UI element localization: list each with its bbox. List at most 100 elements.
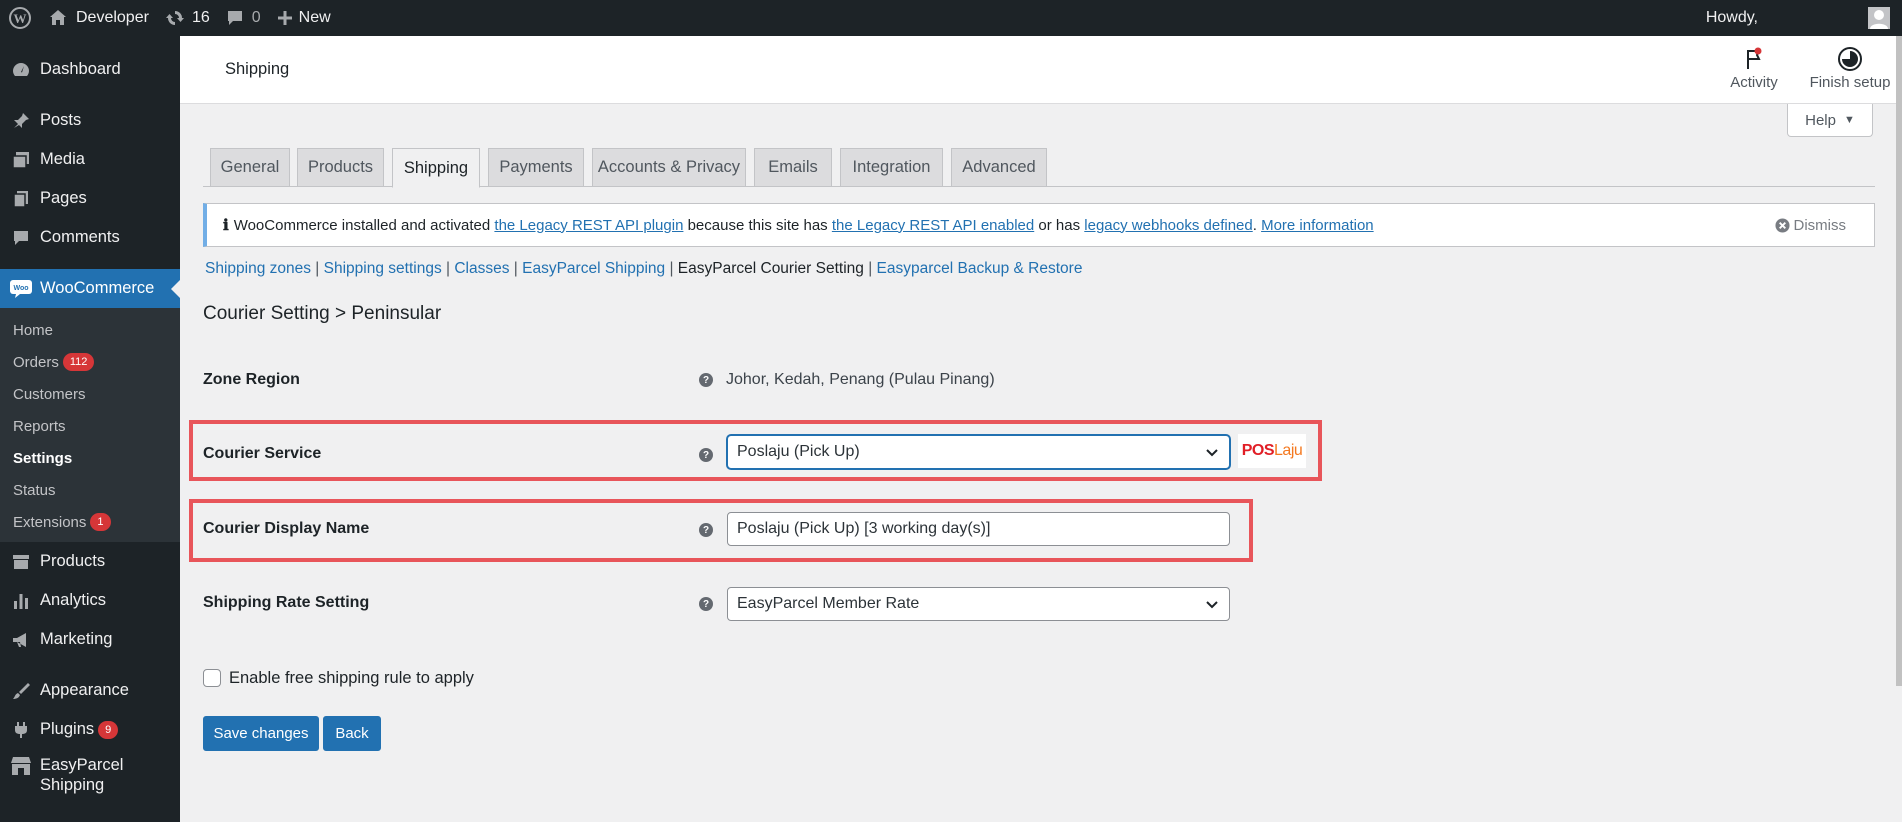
shipping-rate-select[interactable]: EasyParcel Member Rate bbox=[727, 587, 1230, 621]
new-content-link[interactable]: New bbox=[269, 0, 339, 36]
dashboard-icon bbox=[10, 59, 32, 81]
legacy-api-plugin-link[interactable]: the Legacy REST API plugin bbox=[494, 217, 683, 234]
help-tab[interactable]: Help ▼ bbox=[1787, 104, 1873, 137]
sidebar-item-appearance[interactable]: Appearance bbox=[0, 671, 180, 710]
submenu-item-extensions[interactable]: Extensions 1 bbox=[0, 506, 180, 538]
legacy-api-enabled-link[interactable]: the Legacy REST API enabled bbox=[832, 217, 1034, 234]
subnav-easyparcel-courier-setting: EasyParcel Courier Setting bbox=[677, 260, 864, 277]
back-label: Back bbox=[335, 725, 369, 742]
tab-label: General bbox=[220, 158, 280, 176]
courier-display-name-input[interactable]: Poslaju (Pick Up) [3 working day(s)] bbox=[727, 512, 1230, 546]
help-tip-icon[interactable]: ? bbox=[699, 523, 713, 537]
plugins-count-badge: 9 bbox=[98, 720, 119, 739]
tab-shipping[interactable]: Shipping bbox=[392, 148, 480, 188]
courier-service-select[interactable]: Poslaju (Pick Up) bbox=[727, 435, 1230, 469]
sidebar-item-analytics[interactable]: Analytics bbox=[0, 581, 180, 620]
free-shipping-checkbox[interactable] bbox=[203, 669, 221, 687]
sidebar-item-label: Posts bbox=[40, 111, 82, 129]
sidebar-item-label: Media bbox=[40, 150, 85, 168]
shipping-subnav: Shipping zones | Shipping settings | Cla… bbox=[205, 260, 1083, 277]
svg-text:Woo: Woo bbox=[13, 285, 28, 292]
notice-text: because this site has bbox=[687, 216, 828, 234]
updates-link[interactable]: 16 bbox=[157, 0, 218, 36]
submenu-item-status[interactable]: Status bbox=[0, 474, 180, 506]
help-tip-icon[interactable]: ? bbox=[699, 597, 713, 611]
archive-icon bbox=[10, 551, 32, 573]
submenu-item-settings[interactable]: Settings bbox=[0, 442, 180, 474]
sidebar-item-easyparcel[interactable]: EasyParcel Shipping bbox=[0, 749, 180, 795]
help-tip-icon[interactable]: ? bbox=[699, 448, 713, 462]
free-shipping-label[interactable]: Enable free shipping rule to apply bbox=[229, 669, 474, 688]
sidebar-item-dashboard[interactable]: Dashboard bbox=[0, 50, 180, 89]
tab-emails[interactable]: Emails bbox=[754, 148, 832, 187]
megaphone-icon bbox=[10, 629, 32, 651]
page-breadcrumb: Courier Setting > Peninsular bbox=[203, 303, 442, 324]
tab-advanced[interactable]: Advanced bbox=[951, 148, 1047, 187]
save-changes-button[interactable]: Save changes bbox=[203, 716, 319, 751]
caret-down-icon: ▼ bbox=[1843, 114, 1855, 126]
sidebar-item-pages[interactable]: Pages bbox=[0, 179, 180, 218]
activity-button[interactable]: Activity bbox=[1710, 44, 1798, 91]
updates-icon bbox=[165, 11, 184, 25]
legacy-api-notice: ℹ WooCommerce installed and activated th… bbox=[203, 203, 1875, 247]
avatar[interactable] bbox=[1868, 7, 1890, 29]
sidebar-item-posts[interactable]: Posts bbox=[0, 101, 180, 140]
new-label: New bbox=[298, 9, 331, 26]
tab-products[interactable]: Products bbox=[297, 148, 384, 187]
legacy-webhooks-link[interactable]: legacy webhooks defined bbox=[1084, 217, 1252, 234]
submenu-label: Orders bbox=[13, 353, 59, 371]
sidebar-item-marketing[interactable]: Marketing bbox=[0, 620, 180, 659]
tab-label: Products bbox=[307, 158, 374, 176]
tab-accounts-privacy[interactable]: Accounts & Privacy bbox=[592, 148, 746, 187]
subnav-easyparcel-backup-restore[interactable]: Easyparcel Backup & Restore bbox=[877, 260, 1083, 277]
submenu-item-customers[interactable]: Customers bbox=[0, 378, 180, 410]
tab-payments[interactable]: Payments bbox=[488, 148, 584, 187]
help-tip-icon[interactable]: ? bbox=[699, 373, 713, 387]
sidebar-item-label: Analytics bbox=[40, 591, 107, 609]
wordpress-logo-icon[interactable]: W bbox=[0, 0, 40, 36]
tab-label: Shipping bbox=[403, 158, 469, 177]
activity-label: Activity bbox=[1730, 74, 1778, 91]
poslaju-logo: POS Laju bbox=[1238, 434, 1306, 468]
sidebar-item-woocommerce[interactable]: Woo WooCommerce bbox=[0, 269, 180, 308]
courier-display-name-value: Poslaju (Pick Up) [3 working day(s)] bbox=[737, 520, 991, 537]
sidebar-item-comments[interactable]: Comments bbox=[0, 218, 180, 257]
subnav-classes[interactable]: Classes bbox=[454, 260, 509, 277]
submenu-label: Status bbox=[13, 481, 56, 499]
tab-label: Accounts & Privacy bbox=[597, 158, 741, 176]
tab-integration[interactable]: Integration bbox=[840, 148, 943, 187]
back-button[interactable]: Back bbox=[323, 716, 381, 751]
sidebar-item-products[interactable]: Products bbox=[0, 542, 180, 581]
more-information-link[interactable]: More information bbox=[1261, 217, 1374, 234]
courier-display-name-label: Courier Display Name bbox=[203, 520, 370, 537]
subnav-easyparcel-shipping[interactable]: EasyParcel Shipping bbox=[522, 260, 665, 277]
site-name-link[interactable]: Developer bbox=[40, 0, 157, 36]
sidebar-item-plugins[interactable]: Plugins 9 bbox=[0, 710, 180, 749]
subnav-shipping-zones[interactable]: Shipping zones bbox=[205, 260, 311, 277]
submenu-item-home[interactable]: Home bbox=[0, 314, 180, 346]
notice-text: or has bbox=[1038, 216, 1081, 234]
page-scrollbar[interactable] bbox=[1896, 36, 1902, 686]
subnav-shipping-settings[interactable]: Shipping settings bbox=[324, 260, 442, 277]
tab-label: Integration bbox=[852, 158, 931, 176]
zone-region-label: Zone Region bbox=[203, 371, 300, 388]
finish-setup-button[interactable]: Finish setup bbox=[1800, 44, 1900, 91]
submenu-label: Settings bbox=[13, 449, 73, 467]
dismiss-button[interactable]: Dismiss bbox=[1774, 217, 1846, 234]
orders-count-badge: 112 bbox=[62, 353, 95, 371]
progress-circle-icon bbox=[1800, 44, 1900, 74]
tab-label: Emails bbox=[768, 158, 818, 176]
submenu-label: Extensions bbox=[13, 513, 87, 531]
woocommerce-submenu: Home Orders 112 Customers Reports Setting… bbox=[0, 308, 180, 542]
tab-label: Payments bbox=[499, 158, 573, 176]
tab-general[interactable]: General bbox=[210, 148, 290, 187]
comments-link[interactable]: 0 bbox=[218, 0, 269, 36]
sidebar-item-media[interactable]: Media bbox=[0, 140, 180, 179]
submenu-item-orders[interactable]: Orders 112 bbox=[0, 346, 180, 378]
notice-text: WooCommerce installed and activated bbox=[233, 216, 491, 234]
comment-icon bbox=[10, 227, 32, 249]
howdy-text[interactable]: Howdy, bbox=[1706, 9, 1758, 27]
submenu-item-reports[interactable]: Reports bbox=[0, 410, 180, 442]
shipping-rate-label: Shipping Rate Setting bbox=[203, 594, 370, 611]
sidebar-item-label: WooCommerce bbox=[40, 279, 155, 297]
